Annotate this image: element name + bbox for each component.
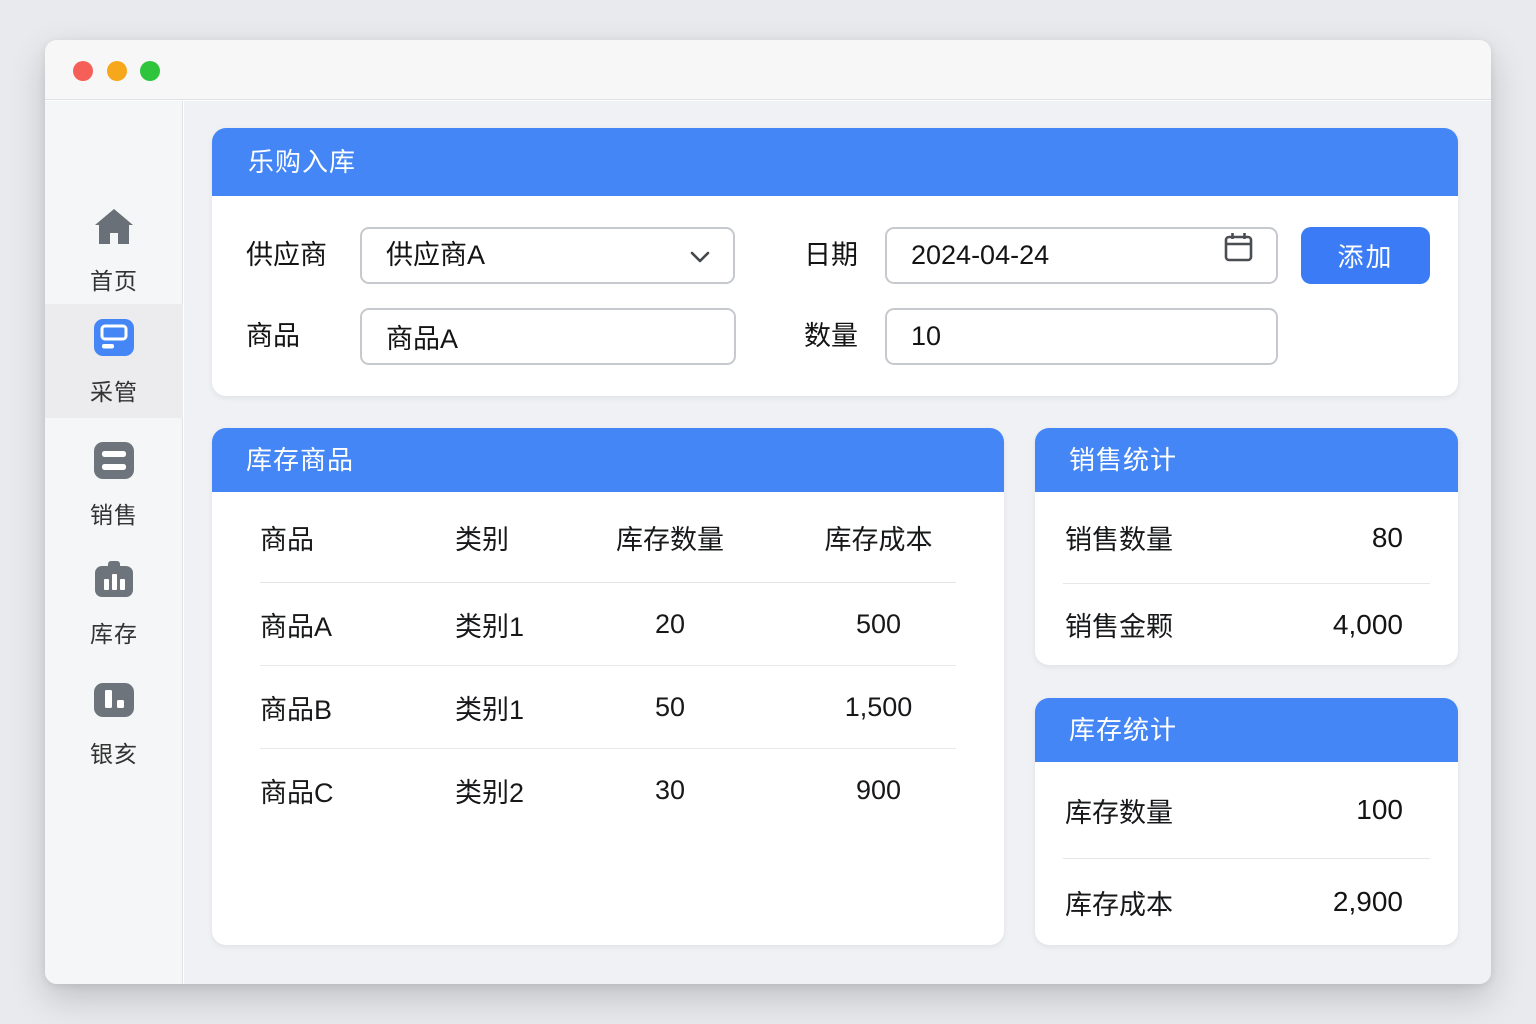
stat-row: 销售数量 80: [1035, 492, 1458, 583]
sidebar-item-label: 银亥: [90, 741, 138, 767]
inventory-icon: [91, 557, 137, 601]
window-titlebar: [45, 40, 1491, 100]
inventory-table: 商品 类别 库存数量 库存成本 商品A 类别1 20 500 商品B 类别1 5…: [260, 492, 956, 832]
product-input-field[interactable]: [386, 310, 734, 363]
inventory-stats-body: 库存数量 100 库存成本 2,900: [1035, 762, 1458, 945]
stat-label: 销售金颗: [1065, 612, 1173, 642]
cell-category: 类别1: [455, 611, 525, 642]
column-header: 库存成本: [824, 524, 933, 555]
stat-label: 销售数量: [1065, 525, 1173, 555]
reports-icon: [92, 677, 136, 721]
table-row: 商品A 类别1 20 500: [260, 583, 956, 666]
stat-label: 库存成本: [1065, 889, 1173, 920]
inventory-stats-panel: 库存统计 库存数量 100 库存成本 2,900: [1035, 698, 1458, 945]
quantity-label: 数量: [804, 321, 858, 351]
purchase-entry-panel: 乐购入库 供应商 供应商A 日期 2024-04-24 添加 商品 商品A 数量…: [212, 128, 1458, 396]
cell-quantity: 20: [654, 608, 686, 639]
stat-value: 4,000: [1332, 608, 1403, 640]
sidebar-item-label: 采管: [90, 379, 138, 405]
date-field[interactable]: 2024-04-24: [885, 227, 1278, 284]
cell-cost: 500: [855, 608, 902, 639]
product-label: 商品: [246, 321, 300, 351]
stat-row: 销售金颗 4,000: [1035, 584, 1458, 665]
sidebar-item-label: 销售: [90, 502, 138, 528]
sidebar-item-sales[interactable]: 销售: [45, 427, 183, 541]
cell-category: 类别1: [455, 694, 525, 725]
column-header: 商品: [260, 524, 314, 555]
sales-icon: [92, 438, 136, 482]
sidebar: 首页 采管 销售 库存 银亥: [45, 101, 183, 984]
panel-title: 销售统计: [1035, 428, 1458, 492]
supplier-select[interactable]: 供应商A: [360, 227, 735, 284]
sidebar-item-home[interactable]: 首页: [45, 193, 183, 307]
main-content: 乐购入库 供应商 供应商A 日期 2024-04-24 添加 商品 商品A 数量…: [184, 101, 1491, 984]
supplier-label: 供应商: [246, 240, 327, 270]
table-row: 商品B 类别1 50 1,500: [260, 666, 956, 749]
close-button[interactable]: [73, 61, 93, 81]
date-field-value: 2024-04-24: [911, 240, 1050, 270]
sidebar-item-inventory[interactable]: 库存: [45, 546, 183, 660]
cell-quantity: 30: [654, 775, 686, 805]
stat-label: 库存数量: [1065, 797, 1173, 828]
stat-value: 100: [1356, 794, 1403, 825]
stat-value: 2,900: [1332, 886, 1403, 917]
home-icon: [91, 204, 137, 248]
table-header-row: 商品 类别 库存数量 库存成本: [260, 492, 956, 583]
minimize-button[interactable]: [107, 61, 127, 81]
cell-category: 类别2: [455, 778, 525, 808]
table-row: 商品C 类别2 30 900: [260, 749, 956, 832]
panel-title: 库存统计: [1035, 698, 1458, 762]
stat-row: 库存数量 100: [1035, 762, 1458, 858]
sidebar-item-label: 首页: [90, 268, 138, 294]
sidebar-item-procurement[interactable]: 采管: [45, 304, 183, 418]
sidebar-item-label: 库存: [90, 621, 138, 647]
zoom-button[interactable]: [140, 61, 160, 81]
panel-title: 乐购入库: [212, 128, 1458, 196]
sidebar-item-reports[interactable]: 银亥: [45, 666, 183, 780]
cell-cost: 900: [855, 775, 902, 805]
panel-title: 库存商品: [212, 428, 1004, 492]
app-window: 首页 采管 销售 库存 银亥 乐购入库 供应商 供应商A 日期 2024-04-…: [45, 40, 1491, 984]
column-header: 库存数量: [616, 524, 724, 555]
quantity-input[interactable]: [885, 308, 1278, 365]
cell-product: 商品C: [260, 778, 334, 808]
add-button[interactable]: 添加: [1301, 227, 1430, 284]
quantity-input-field[interactable]: [911, 310, 1276, 363]
column-header: 类别: [455, 524, 509, 555]
inventory-goods-panel: 库存商品 商品 类别 库存数量 库存成本 商品A 类别1 20 500 商品B …: [212, 428, 1004, 945]
cell-product: 商品B: [260, 694, 333, 725]
sales-stats-panel: 销售统计 销售数量 80 销售金颗 4,000: [1035, 428, 1458, 665]
date-label: 日期: [804, 240, 858, 270]
procurement-icon: [92, 315, 136, 359]
stat-row: 库存成本 2,900: [1035, 859, 1458, 945]
cell-product: 商品A: [260, 611, 333, 642]
stat-value: 80: [1371, 521, 1403, 553]
cell-cost: 1,500: [844, 691, 913, 722]
product-input[interactable]: [360, 308, 736, 365]
supplier-select-value: 供应商A: [386, 240, 486, 270]
cell-quantity: 50: [654, 691, 686, 722]
calendar-icon[interactable]: [1222, 229, 1276, 282]
sales-stats-body: 销售数量 80 销售金颗 4,000: [1035, 492, 1458, 665]
chevron-down-icon: [689, 229, 733, 282]
purchase-form: 供应商 供应商A 日期 2024-04-24 添加 商品 商品A 数量 10: [212, 196, 1458, 396]
